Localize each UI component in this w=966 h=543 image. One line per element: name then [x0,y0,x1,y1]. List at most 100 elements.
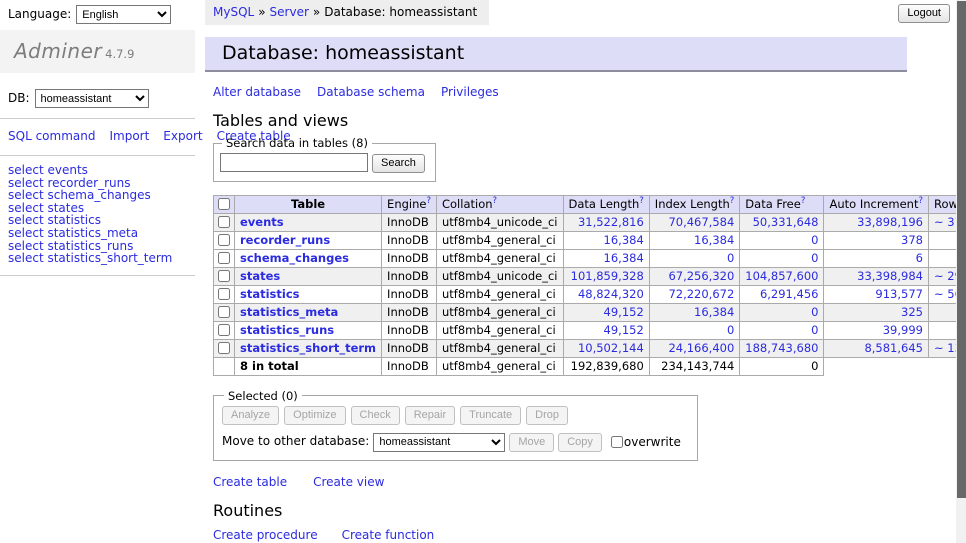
data-length-link[interactable]: 10,502,144 [569,342,644,355]
column-header-data-free: Data Free? [740,195,824,213]
data-length-link[interactable]: 16,384 [569,252,644,265]
data-free-link[interactable]: 0 [745,324,818,337]
data-length-link[interactable]: 48,824,320 [569,288,644,301]
index-length-link[interactable]: 24,166,400 [655,342,735,355]
auto-increment-link[interactable]: 33,398,984 [829,270,923,283]
db-select[interactable]: homeassistant [35,89,149,108]
table-link-statistics[interactable]: statistics [240,287,300,301]
row-checkbox[interactable] [218,288,230,300]
database-links: Alter database Database schema Privileges [213,86,907,99]
sidebar-select-events[interactable]: select events [8,164,195,177]
row-checkbox[interactable] [218,270,230,282]
select-all-checkbox[interactable] [218,198,230,210]
help-icon[interactable]: ? [493,196,498,206]
sidebar-select-statistics-meta[interactable]: select statistics_meta [8,227,195,240]
logo-link[interactable]: Adminer [14,39,102,63]
data-length-cell: 49,152 [563,303,649,321]
search-input[interactable] [220,153,368,172]
search-button[interactable]: Search [372,154,425,173]
data-length-link[interactable]: 31,522,816 [569,216,644,229]
index-length-link[interactable]: 72,220,672 [655,288,735,301]
breadcrumb-separator: » [258,5,265,19]
analyze-button[interactable]: Analyze [222,406,279,425]
table-link-states[interactable]: states [240,269,280,283]
breadcrumb-mysql[interactable]: MySQL [213,5,254,19]
auto-increment-link[interactable]: 325 [829,306,923,319]
auto-increment-link[interactable]: 913,577 [829,288,923,301]
table-link-statistics-runs[interactable]: statistics_runs [240,323,334,337]
adminer-database-page: Language:English Logout Adminer4.7.9 DB:… [0,0,966,543]
collation-cell: utf8mb4_general_ci [436,231,563,249]
row-checkbox[interactable] [218,234,230,246]
privileges-link[interactable]: Privileges [441,85,499,99]
create-table-link[interactable]: Create table [213,475,287,489]
row-checkbox[interactable] [218,324,230,336]
auto-increment-link[interactable]: 8,581,645 [829,342,923,355]
index-length-link[interactable]: 70,467,584 [655,216,735,229]
index-length-link[interactable]: 0 [655,252,735,265]
auto-increment-link[interactable]: 378 [829,234,923,247]
help-icon[interactable]: ? [730,196,735,206]
routines-heading: Routines [213,502,907,520]
alter-database-link[interactable]: Alter database [213,85,301,99]
sidebar-action-export[interactable]: Export [163,129,202,143]
table-link-events[interactable]: events [240,215,284,229]
data-free-link[interactable]: 104,857,600 [745,270,818,283]
auto-increment-link[interactable]: 39,999 [829,324,923,337]
breadcrumb-server[interactable]: Server [270,5,309,19]
table-link-statistics-short-term[interactable]: statistics_short_term [240,341,376,355]
row-checkbox[interactable] [218,252,230,264]
help-icon[interactable]: ? [426,196,431,206]
check-button[interactable]: Check [351,406,400,425]
language-select[interactable]: English [76,5,171,24]
optimize-button[interactable]: Optimize [284,406,345,425]
help-icon[interactable]: ? [639,196,644,206]
help-icon[interactable]: ? [801,196,806,206]
index-length-link[interactable]: 16,384 [655,306,735,319]
copy-button[interactable]: Copy [558,433,602,452]
data-free-link[interactable]: 188,743,680 [745,342,818,355]
create-view-link[interactable]: Create view [313,475,384,489]
sidebar-select-schema-changes[interactable]: select schema_changes [8,189,195,202]
data-free-link[interactable]: 0 [745,306,818,319]
overwrite-checkbox[interactable] [611,436,623,448]
table-link-schema-changes[interactable]: schema_changes [240,251,349,265]
auto-increment-link[interactable]: 33,898,196 [829,216,923,229]
row-checkbox[interactable] [218,342,230,354]
index-length-link[interactable]: 16,384 [655,234,735,247]
sidebar-action-import[interactable]: Import [109,129,149,143]
scrollbar-thumb[interactable] [957,1,966,498]
data-free-link[interactable]: 0 [745,234,818,247]
data-length-link[interactable]: 16,384 [569,234,644,247]
sidebar-action-sql-command[interactable]: SQL command [8,129,95,143]
data-length-link[interactable]: 101,859,328 [569,270,644,283]
help-icon[interactable]: ? [918,196,923,206]
data-free-link[interactable]: 50,331,648 [745,216,818,229]
repair-button[interactable]: Repair [405,406,455,425]
create-function-link[interactable]: Create function [342,528,435,542]
scrollbar[interactable] [956,0,966,543]
data-free-link[interactable]: 6,291,456 [745,288,818,301]
table-row: statistics_metaInnoDButf8mb4_general_ci4… [214,303,966,321]
data-length-link[interactable]: 49,152 [569,324,644,337]
index-length-link[interactable]: 67,256,320 [655,270,735,283]
data-length-link[interactable]: 49,152 [569,306,644,319]
auto-increment-link[interactable]: 6 [829,252,923,265]
truncate-button[interactable]: Truncate [460,406,521,425]
move-button[interactable]: Move [509,433,554,452]
index-length-link[interactable]: 0 [655,324,735,337]
row-checkbox[interactable] [218,216,230,228]
table-link-recorder-runs[interactable]: recorder_runs [240,233,330,247]
move-database-select[interactable]: homeassistant [373,433,505,452]
create-procedure-link[interactable]: Create procedure [213,528,318,542]
sidebar-select-statistics-short-term[interactable]: select statistics_short_term [8,252,195,265]
database-schema-link[interactable]: Database schema [317,85,425,99]
data-free-cell: 50,331,648 [740,213,824,231]
table-link-statistics-meta[interactable]: statistics_meta [240,305,338,319]
drop-button[interactable]: Drop [526,406,568,425]
total-count: 8 in total [235,357,382,375]
row-checkbox[interactable] [218,306,230,318]
collation-cell: utf8mb4_unicode_ci [436,213,563,231]
create-links: Create table Create view [213,476,907,489]
data-free-link[interactable]: 0 [745,252,818,265]
